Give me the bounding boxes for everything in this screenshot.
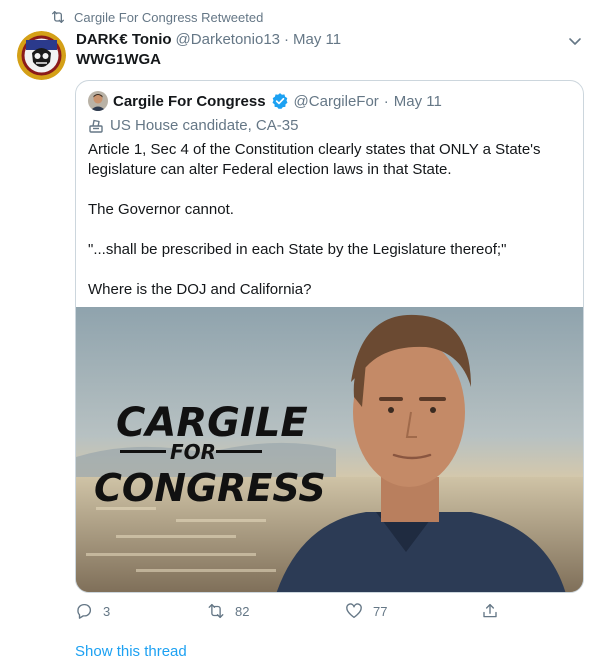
retweet-context-text[interactable]: Cargile For Congress Retweeted <box>74 10 263 25</box>
candidate-label-text: US House candidate, CA-35 <box>110 117 299 134</box>
quoted-tweet-date[interactable]: May 11 <box>394 93 442 110</box>
quoted-author-row: Cargile For Congress @CargileFor · May 1… <box>88 91 442 111</box>
ballot-box-icon <box>89 119 103 133</box>
share-button[interactable] <box>481 602 499 620</box>
verified-badge-icon <box>272 93 288 110</box>
quoted-author-avatar <box>88 91 108 111</box>
separator-dot: · <box>284 31 289 48</box>
reply-button[interactable]: 3 <box>75 602 110 620</box>
quoted-tweet-image[interactable]: CARGILE FOR CONGRESS <box>76 307 583 592</box>
author-name[interactable]: DARK€ Tonio <box>76 31 172 48</box>
media-title-for: FOR <box>170 440 216 464</box>
tweet-date[interactable]: May 11 <box>293 31 341 48</box>
tweet-text: WWG1WGA <box>76 51 161 68</box>
retweet-button[interactable]: 82 <box>207 602 249 620</box>
separator-dot: · <box>383 92 389 110</box>
retweet-count: 82 <box>235 603 250 619</box>
share-icon <box>483 603 497 618</box>
author-handle[interactable]: @Darketonio13 <box>176 31 280 48</box>
quoted-paragraph: Where is the DOJ and California? <box>88 281 312 298</box>
quoted-author-handle[interactable]: @CargileFor <box>294 93 379 110</box>
reply-count: 3 <box>103 603 111 619</box>
reply-icon <box>77 603 91 619</box>
retweet-context: Cargile For Congress Retweeted <box>50 9 263 25</box>
heart-icon <box>346 603 362 619</box>
candidate-label: US House candidate, CA-35 <box>88 117 298 134</box>
author-avatar[interactable] <box>17 31 66 80</box>
quoted-paragraph: "...shall be prescribed in each State by… <box>88 241 507 258</box>
like-count: 77 <box>373 603 388 619</box>
media-title-congress: CONGRESS <box>94 466 326 510</box>
quoted-tweet-card[interactable]: Cargile For Congress @CargileFor · May 1… <box>75 80 584 593</box>
like-button[interactable]: 77 <box>345 602 387 620</box>
quoted-paragraph: Article 1, Sec 4 of the Constitution cle… <box>88 141 541 178</box>
quoted-paragraph: The Governor cannot. <box>88 201 234 218</box>
tweet-actions: 3 82 77 <box>75 602 505 622</box>
tweet-author-row: DARK€ Tonio @Darketonio13 · May 11 <box>76 31 341 48</box>
quoted-tweet-text: Article 1, Sec 4 of the Constitution cle… <box>88 140 573 320</box>
quoted-author-name[interactable]: Cargile For Congress <box>113 93 266 110</box>
retweet-icon <box>208 603 224 619</box>
chevron-down-icon[interactable] <box>567 33 583 49</box>
retweet-icon <box>52 11 64 23</box>
show-thread-link[interactable]: Show this thread <box>75 643 187 660</box>
